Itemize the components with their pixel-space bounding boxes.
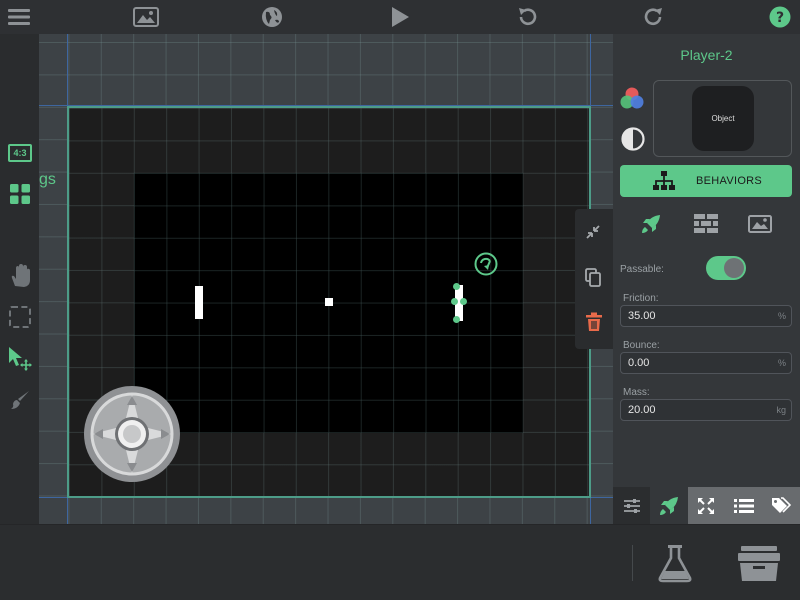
tags-icon[interactable] [762, 487, 800, 524]
object-preview-image: Object [692, 86, 754, 151]
virtual-joystick[interactable] [83, 385, 181, 483]
friction-unit: % [777, 311, 786, 321]
resize-handle[interactable] [460, 298, 467, 305]
rotate-handle-icon[interactable] [474, 252, 498, 281]
flask-icon[interactable] [655, 543, 695, 588]
bricks-icon[interactable] [691, 212, 721, 236]
color-palette-icon[interactable] [619, 86, 645, 117]
bounce-label: Bounce: [623, 340, 660, 351]
expand-icon[interactable] [687, 487, 726, 524]
divider [632, 545, 633, 581]
bounce-unit: % [777, 358, 786, 368]
archive-icon[interactable] [734, 543, 784, 588]
scene-canvas[interactable]: gs [39, 34, 613, 524]
ball[interactable] [325, 298, 333, 306]
redo-icon[interactable] [641, 0, 667, 34]
friction-value: 35.00 [628, 310, 656, 322]
friction-field[interactable]: 35.00 % [620, 305, 792, 327]
passable-toggle[interactable] [706, 256, 746, 280]
grid-icon[interactable] [4, 178, 36, 210]
bounce-field[interactable]: 0.00 % [620, 352, 792, 374]
copy-icon[interactable] [585, 268, 601, 292]
left-toolbar: 4:3 [0, 34, 39, 524]
resize-handle[interactable] [453, 283, 460, 290]
canvas-partial-label: gs [39, 171, 56, 188]
panel-tabs [613, 487, 800, 524]
trash-icon[interactable] [585, 312, 603, 337]
aspect-ratio-label: 4:3 [13, 148, 27, 158]
pointer-icon[interactable] [4, 343, 36, 375]
rocket-icon[interactable] [650, 487, 688, 524]
undo-icon[interactable] [514, 0, 540, 34]
top-toolbar: ? [0, 0, 800, 34]
object-preview-label: Object [711, 114, 735, 123]
list-icon[interactable] [725, 487, 763, 524]
sliders-icon[interactable] [613, 487, 651, 524]
resize-handle[interactable] [451, 298, 458, 305]
menu-icon[interactable] [6, 0, 32, 34]
friction-label: Friction: [623, 293, 659, 304]
mass-field[interactable]: 20.00 kg [620, 399, 792, 421]
toggle-knob [724, 258, 744, 278]
mass-label: Mass: [623, 387, 650, 398]
globe-icon[interactable] [260, 0, 284, 34]
behaviors-label: BEHAVIORS [696, 175, 763, 187]
svg-text:?: ? [776, 10, 784, 26]
rocket-icon[interactable] [636, 212, 666, 236]
object-title: Player-2 [680, 47, 733, 63]
app-window: ? 4:3 gs Player-2 Object BEHAVIORS Passa… [0, 0, 800, 600]
play-icon[interactable] [388, 0, 412, 34]
properties-panel: Player-2 Object BEHAVIORS Passable: Fric… [613, 34, 800, 524]
bottom-bar [0, 524, 800, 600]
aspect-ratio-icon[interactable]: 4:3 [4, 137, 36, 169]
behaviors-button[interactable]: BEHAVIORS [620, 165, 792, 197]
help-icon[interactable]: ? [768, 0, 792, 34]
select-box-icon[interactable] [4, 301, 36, 333]
collapse-icon[interactable] [584, 223, 602, 246]
bounce-value: 0.00 [628, 357, 650, 369]
brush-icon[interactable] [4, 384, 36, 416]
passable-label: Passable: [620, 264, 664, 275]
mass-value: 20.00 [628, 404, 656, 416]
mass-unit: kg [776, 405, 786, 415]
contrast-icon[interactable] [621, 127, 645, 156]
object-actions-bar [575, 209, 613, 349]
resize-handle[interactable] [453, 316, 460, 323]
hand-icon[interactable] [4, 260, 36, 292]
image-icon[interactable] [745, 212, 775, 236]
image-icon[interactable] [132, 0, 160, 34]
object-preview[interactable]: Object [653, 80, 792, 157]
hierarchy-icon [653, 171, 675, 196]
player-1-paddle[interactable] [195, 286, 203, 319]
